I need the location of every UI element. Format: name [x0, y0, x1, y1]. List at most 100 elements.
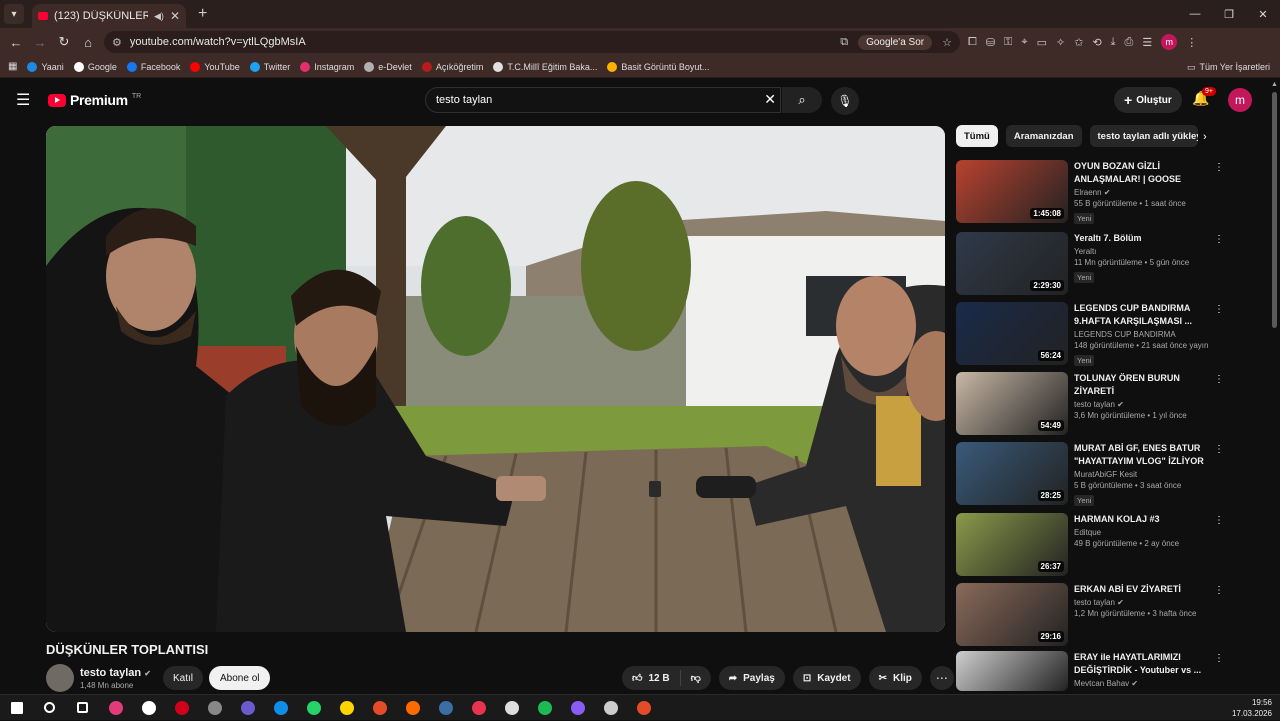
taskbar-app-icon[interactable] [66, 695, 99, 721]
tab-search-icon[interactable]: ▾ [4, 4, 24, 24]
bookmark-star-icon[interactable]: ☆ [942, 36, 952, 49]
video-title[interactable]: TOLUNAY ÖREN BURUN ZİYARETİ [1074, 372, 1208, 398]
chip-from-search[interactable]: Aramanızdan [1005, 125, 1082, 147]
taskbar-app-icon[interactable] [99, 695, 132, 721]
taskbar-app-icon[interactable] [264, 695, 297, 721]
taskbar-app-icon[interactable] [627, 695, 660, 721]
more-options-icon[interactable]: ⋮ [1214, 374, 1224, 385]
site-info-icon[interactable]: ⚙ [112, 36, 122, 49]
create-button[interactable]: + Oluştur [1114, 87, 1182, 113]
menu-icon[interactable]: ⋮ [1186, 36, 1197, 49]
channel-name-row[interactable]: testo taylan ✔ [80, 667, 151, 679]
all-bookmarks[interactable]: ▭ Tüm Yer İşaretleri [1187, 56, 1270, 78]
bookmark-item[interactable]: Google [73, 61, 117, 72]
taskbar-app-icon[interactable] [594, 695, 627, 721]
recommendation-item[interactable]: 29:16 ERKAN ABİ EV ZİYARETİ testo taylan ✔… [956, 583, 1226, 647]
channel-name[interactable]: Elraenn ✔ [1074, 188, 1208, 197]
more-actions-icon[interactable]: ⋯ [929, 666, 954, 690]
share-button[interactable]: ➦ Paylaş [718, 666, 785, 690]
subscribe-button[interactable]: Abone ol [209, 666, 271, 690]
bookmark-item[interactable]: Açıköğretim [421, 61, 483, 72]
chip-all[interactable]: Tümü [956, 125, 998, 147]
channel-name[interactable]: MuratAbiGF Kesit [1074, 470, 1208, 479]
taskbar-app-icon[interactable] [297, 695, 330, 721]
cast-icon[interactable]: ⧉ [840, 36, 848, 49]
apps-grid-icon[interactable]: ▦ [8, 61, 17, 72]
minimize-icon[interactable]: — [1178, 0, 1212, 28]
address-bar[interactable]: ⚙ youtube.com/watch?v=ytlLQgbMsIA ⧉ Goog… [104, 31, 960, 53]
recommendation-item[interactable]: 28:25 MURAT ABİ GF, ENES BATUR "HAYATTAYI… [956, 442, 1226, 506]
join-button[interactable]: Katıl [163, 666, 204, 690]
taskbar-app-icon[interactable] [495, 695, 528, 721]
more-options-icon[interactable]: ⋮ [1214, 234, 1224, 245]
taskbar-app-icon[interactable] [231, 695, 264, 721]
channel-name[interactable]: Editque [1074, 528, 1208, 537]
video-title[interactable]: OYUN BOZAN GİZLİ ANLAŞMALAR! | GOOSE GOO… [1074, 160, 1208, 186]
channel-name[interactable]: Yeraltı [1074, 247, 1208, 256]
print-icon[interactable]: ⎙ [1125, 36, 1134, 49]
taskbar-app-icon[interactable] [165, 695, 198, 721]
taskbar-app-icon[interactable] [132, 695, 165, 721]
card-icon[interactable]: ▭ [1037, 36, 1047, 49]
video-thumbnail[interactable]: 1:45:08 [956, 160, 1068, 223]
video-title[interactable]: Yeraltı 7. Bölüm [1074, 232, 1208, 245]
clip-button[interactable]: ✂ Klip [868, 666, 922, 690]
channel-name[interactable]: testo taylan ✔ [1074, 598, 1208, 607]
video-title[interactable]: MURAT ABİ GF, ENES BATUR "HAYATTAYIM VLO… [1074, 442, 1208, 468]
taskbar-app-icon[interactable] [396, 695, 429, 721]
video-thumbnail[interactable]: 26:37 [956, 513, 1068, 576]
download-icon[interactable]: ⤓ [1111, 36, 1116, 49]
video-thumbnail[interactable]: 2:29:30 [956, 232, 1068, 295]
chevron-right-icon[interactable]: › [1203, 131, 1207, 143]
hamburger-menu-icon[interactable]: ☰ [16, 90, 30, 110]
taskbar-app-icon[interactable] [429, 695, 462, 721]
taskbar-app-icon[interactable] [198, 695, 231, 721]
scroll-up-icon[interactable]: ▲ [1271, 81, 1278, 88]
recommendation-item[interactable]: 56:24 LEGENDS CUP BANDIRMA 9.HAFTA KARŞIL… [956, 302, 1226, 366]
more-options-icon[interactable]: ⋮ [1214, 444, 1224, 455]
audio-icon[interactable]: ◀) [154, 11, 164, 22]
extension-1-icon[interactable]: ⛁ [986, 36, 995, 49]
restore-icon[interactable]: ❐ [1212, 0, 1246, 28]
more-options-icon[interactable]: ⋮ [1214, 162, 1224, 173]
recommendation-item[interactable]: 1:45:08 OYUN BOZAN GİZLİ ANLAŞMALAR! | GO… [956, 160, 1226, 224]
browser-tab-active[interactable]: (123) DÜŞKÜNLER TOPLANTISI ◀) ✕ [32, 4, 186, 28]
video-thumbnail[interactable]: 56:24 [956, 302, 1068, 365]
video-thumbnail[interactable]: 54:49 [956, 372, 1068, 435]
more-options-icon[interactable]: ⋮ [1214, 653, 1224, 664]
bookmark-item[interactable]: T.C.Millî Eğitim Baka... [493, 61, 597, 72]
search-button[interactable]: ⌕ [782, 87, 822, 113]
close-window-icon[interactable]: ✕ [1246, 0, 1280, 28]
system-clock[interactable]: 19:56 17.03.2026 [1232, 697, 1272, 719]
clear-search-icon[interactable]: ✕ [764, 91, 776, 108]
channel-name[interactable]: testo taylan ✔ [1074, 400, 1208, 409]
recommendation-item[interactable]: 54:49 TOLUNAY ÖREN BURUN ZİYARETİ testo ta… [956, 372, 1226, 436]
chip-uploader[interactable]: testo taylan adlı yükleyic [1089, 125, 1198, 147]
like-button[interactable]: 👍︎ 12 B [622, 666, 680, 690]
search-input[interactable]: testo taylan ✕ [425, 87, 781, 113]
video-title[interactable]: HARMAN KOLAJ #3 [1074, 513, 1208, 526]
video-title[interactable]: ERKAN ABİ EV ZİYARETİ [1074, 583, 1208, 596]
history-icon[interactable]: ⟲ [1092, 36, 1101, 49]
bookmark-item[interactable]: Basit Görüntü Boyut... [607, 61, 709, 72]
new-tab-button[interactable]: + [198, 5, 207, 23]
voice-search-button[interactable]: 🎙 [831, 87, 859, 115]
favorites-icon[interactable]: ✩ [1074, 36, 1083, 49]
channel-name[interactable]: Mevtcan Bahav ✔ [1074, 679, 1208, 688]
start-icon[interactable] [0, 695, 33, 721]
bookmark-item[interactable]: YouTube [190, 61, 240, 72]
video-thumbnail[interactable]: 28:25 [956, 442, 1068, 505]
video-title[interactable]: LEGENDS CUP BANDIRMA 9.HAFTA KARŞILAŞMAS… [1074, 302, 1208, 328]
taskbar-app-icon[interactable] [363, 695, 396, 721]
google-sor-button[interactable]: Google'a Sor [858, 34, 933, 50]
reading-list-icon[interactable]: ☰ [1142, 36, 1152, 49]
bookmark-item[interactable]: Facebook [126, 61, 180, 72]
more-options-icon[interactable]: ⋮ [1214, 515, 1224, 526]
extensions-icon[interactable]: ⧠ [968, 36, 977, 49]
save-button[interactable]: ⊡ Kaydet [792, 666, 861, 690]
bookmark-item[interactable]: Instagram [300, 61, 354, 72]
recommendation-item[interactable]: 2:29:30 Yeraltı 7. Bölüm Yeraltı 11 Mn görü… [956, 232, 1226, 296]
puzzle-icon[interactable]: ✧ [1056, 36, 1065, 49]
recommendation-item[interactable]: 26:37 HARMAN KOLAJ #3 Editque 49 B görüntül… [956, 513, 1226, 577]
channel-avatar[interactable] [46, 664, 74, 692]
